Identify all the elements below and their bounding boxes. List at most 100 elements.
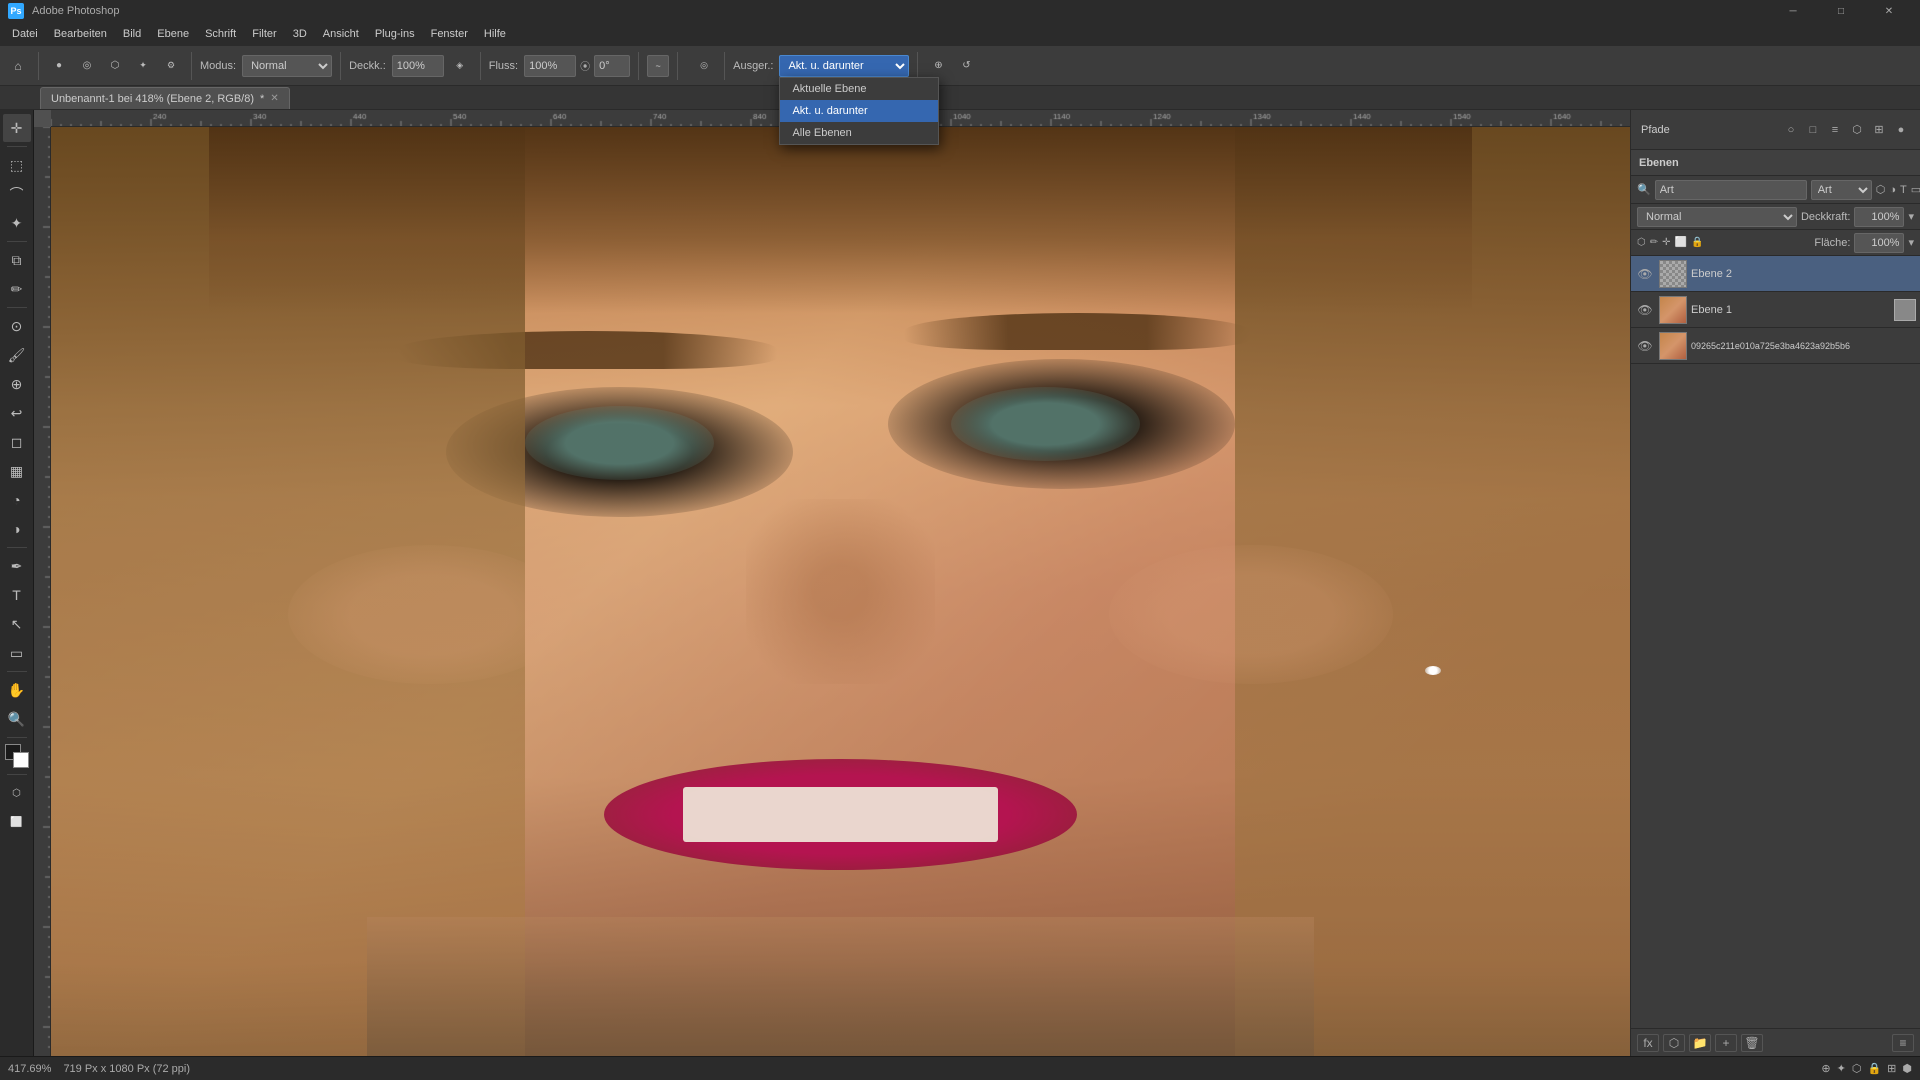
tool-marquee-rect[interactable]: ⬚ xyxy=(3,151,31,179)
tool-zoom[interactable]: 🔍 xyxy=(3,705,31,733)
shape-filter-icon[interactable]: ▭ xyxy=(1911,183,1920,196)
status-icon-5[interactable]: ⊞ xyxy=(1887,1062,1896,1075)
lock-all-icon[interactable]: 🔒 xyxy=(1691,237,1703,248)
layer-1-visibility[interactable]: 👁 xyxy=(1635,300,1655,320)
tool-screen-mode[interactable]: ⬜ xyxy=(3,808,31,836)
ausger-select[interactable]: Aktuelle Ebene Akt. u. darunter Alle Ebe… xyxy=(779,55,909,77)
tool-shape[interactable]: ▭ xyxy=(3,639,31,667)
lock-artboard-icon[interactable]: ⬜ xyxy=(1675,237,1687,248)
panel-icon-square[interactable]: □ xyxy=(1804,121,1822,139)
lock-position-icon[interactable]: ✛ xyxy=(1662,237,1670,248)
blend-mode-select[interactable]: Normal Auflösen Abdunkeln Multiplizieren xyxy=(1637,207,1797,227)
modus-select[interactable]: Normal Auflösen Multiplizieren xyxy=(242,55,332,77)
delete-layer-btn[interactable]: 🗑 xyxy=(1741,1034,1763,1052)
layers-filter-input[interactable] xyxy=(1655,180,1807,200)
status-icon-1[interactable]: ⊕ xyxy=(1821,1062,1830,1075)
menu-bearbeiten[interactable]: Bearbeiten xyxy=(46,22,115,46)
brush-symmetry-button[interactable]: ⚙ xyxy=(159,54,183,78)
brush-preset-button[interactable]: ● xyxy=(47,54,71,78)
text-filter-icon[interactable]: T xyxy=(1900,184,1907,196)
new-group-btn[interactable]: 📁 xyxy=(1689,1034,1711,1052)
tool-text[interactable]: T xyxy=(3,581,31,609)
tool-quick-mask[interactable]: ⬡ xyxy=(3,779,31,807)
fluss-input[interactable] xyxy=(524,55,576,77)
panel-menu-btn[interactable]: ≡ xyxy=(1892,1034,1914,1052)
tool-eraser[interactable]: ◻ xyxy=(3,428,31,456)
menu-datei[interactable]: Datei xyxy=(4,22,46,46)
home-button[interactable]: ⌂ xyxy=(6,54,30,78)
add-mask-btn[interactable]: ⬡ xyxy=(1663,1034,1685,1052)
canvas-viewport[interactable] xyxy=(51,127,1630,1056)
lock-transparent-icon[interactable]: ⬡ xyxy=(1637,237,1646,248)
minimize-button[interactable]: ─ xyxy=(1770,0,1816,22)
new-layer-btn[interactable]: + xyxy=(1715,1034,1737,1052)
tool-pen[interactable]: ✒ xyxy=(3,552,31,580)
tool-brush[interactable]: 🖌 xyxy=(3,341,31,369)
tool-blur[interactable]: ◔ xyxy=(3,486,31,514)
tool-hand[interactable]: ✋ xyxy=(3,676,31,704)
close-button[interactable]: ✕ xyxy=(1866,0,1912,22)
filter-search-icon[interactable]: 🔍 xyxy=(1637,183,1651,196)
opacity-arrow[interactable]: ▾ xyxy=(1908,210,1914,223)
dropdown-item-aktuelle[interactable]: Aktuelle Ebene xyxy=(780,78,938,100)
menu-fenster[interactable]: Fenster xyxy=(423,22,476,46)
dropdown-item-alle[interactable]: Alle Ebenen xyxy=(780,122,938,144)
extra-btn-1[interactable]: ⊕ xyxy=(926,54,950,78)
tool-eyedropper[interactable]: ✏ xyxy=(3,275,31,303)
tool-lasso[interactable]: ⌒ xyxy=(3,180,31,208)
menu-filter[interactable]: Filter xyxy=(244,22,284,46)
status-icon-2[interactable]: ✦ xyxy=(1837,1062,1846,1075)
fill-arrow[interactable]: ▾ xyxy=(1908,236,1914,249)
pixel-filter-icon[interactable]: ⬡ xyxy=(1876,183,1886,196)
color-swatches[interactable] xyxy=(3,742,31,770)
extra-btn-2[interactable]: ↺ xyxy=(954,54,978,78)
document-tab[interactable]: Unbenannt-1 bei 418% (Ebene 2, RGB/8) * … xyxy=(40,87,290,109)
deckraft-pressure-button[interactable]: ◈ xyxy=(448,54,472,78)
layer-2-visibility[interactable]: 👁 xyxy=(1635,264,1655,284)
menu-3d[interactable]: 3D xyxy=(285,22,315,46)
tool-gradient[interactable]: ▦ xyxy=(3,457,31,485)
tool-move[interactable]: ✛ xyxy=(3,114,31,142)
tool-spot-heal[interactable]: ⊙ xyxy=(3,312,31,340)
panel-icon-arrow[interactable]: ⬡ xyxy=(1848,121,1866,139)
smooth-button[interactable]: ~ xyxy=(647,55,669,77)
panel-icon-circle[interactable]: ○ xyxy=(1782,121,1800,139)
menu-hilfe[interactable]: Hilfe xyxy=(476,22,514,46)
angle-input[interactable] xyxy=(594,55,630,77)
panel-icon-settings[interactable]: ≡ xyxy=(1826,121,1844,139)
panel-icon-add[interactable]: ⊞ xyxy=(1870,121,1888,139)
status-icon-4[interactable]: 🔒 xyxy=(1867,1062,1881,1075)
restore-button[interactable]: □ xyxy=(1818,0,1864,22)
brush-airbrush-button[interactable]: ✦ xyxy=(131,54,155,78)
dropdown-item-akt-darunter[interactable]: Akt. u. darunter xyxy=(780,100,938,122)
brush-size-button[interactable]: ◎ xyxy=(75,54,99,78)
fill-input[interactable] xyxy=(1854,233,1904,253)
tool-magic-wand[interactable]: ✦ xyxy=(3,209,31,237)
brush-options-button[interactable]: ⬡ xyxy=(103,54,127,78)
tool-history-brush[interactable]: ↩ xyxy=(3,399,31,427)
adjustment-filter-icon[interactable]: ◑ xyxy=(1889,184,1896,196)
tool-crop[interactable]: ⧉ xyxy=(3,246,31,274)
tool-path-select[interactable]: ↖ xyxy=(3,610,31,638)
lock-paint-icon[interactable]: ✏ xyxy=(1650,237,1658,248)
tab-close-button[interactable]: ✕ xyxy=(270,93,278,104)
deckraft-input[interactable] xyxy=(392,55,444,77)
panel-icon-dot[interactable]: ● xyxy=(1892,121,1910,139)
menu-schrift[interactable]: Schrift xyxy=(197,22,244,46)
layer-row-1[interactable]: 👁 Ebene 1 xyxy=(1631,292,1920,328)
new-fill-layer-btn[interactable]: fx xyxy=(1637,1034,1659,1052)
status-icon-6[interactable]: ⬢ xyxy=(1902,1062,1912,1075)
layer-bg-visibility[interactable]: 👁 xyxy=(1635,336,1655,356)
menu-ebene[interactable]: Ebene xyxy=(149,22,197,46)
menu-bild[interactable]: Bild xyxy=(115,22,149,46)
menu-plugins[interactable]: Plug-ins xyxy=(367,22,423,46)
tool-dodge[interactable]: ◑ xyxy=(3,515,31,543)
layers-filter-type[interactable]: Art Name Effekt Modus Attribut xyxy=(1811,180,1872,200)
status-icon-3[interactable]: ⬡ xyxy=(1852,1062,1862,1075)
opacity-input[interactable] xyxy=(1854,207,1904,227)
menu-ansicht[interactable]: Ansicht xyxy=(315,22,367,46)
layer-row-bg[interactable]: 👁 09265c211e010a725e3ba4623a92b5b6 xyxy=(1631,328,1920,364)
tool-clone-stamp[interactable]: ⊕ xyxy=(3,370,31,398)
aufnehm-btn[interactable]: ◎ xyxy=(692,54,716,78)
layer-row-2[interactable]: 👁 Ebene 2 xyxy=(1631,256,1920,292)
